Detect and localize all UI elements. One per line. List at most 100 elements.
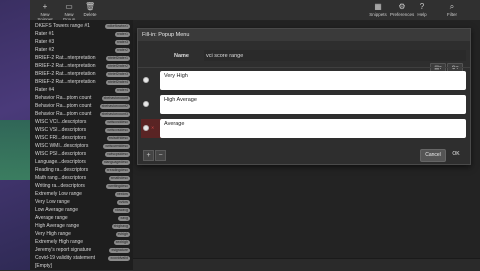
option-field-2[interactable]: High Average bbox=[160, 95, 466, 114]
list-item[interactable]: Extremely Low range xexlow bbox=[33, 190, 131, 198]
ok-button[interactable]: OK bbox=[447, 149, 465, 160]
list-item[interactable]: DKEFS Towers range #1 xdkeflowtwr1 bbox=[33, 22, 131, 30]
list-item[interactable]: Reading ra...descriptors xreadingdesc bbox=[33, 166, 131, 174]
list-item[interactable]: BRIEF-2 Rat...nterpretation xbrief2rater2 bbox=[33, 62, 131, 70]
divider bbox=[138, 67, 470, 68]
list-item[interactable]: BRIEF-2 Rat...nterpretation xbrief2rater4 bbox=[33, 78, 131, 86]
preferences-label: Preferences bbox=[390, 12, 415, 17]
delete-label: Delete bbox=[83, 12, 97, 17]
help-icon: ? bbox=[419, 2, 425, 11]
list-item[interactable]: Jeremy's report signature xsignature bbox=[33, 246, 131, 254]
help-label: Help bbox=[417, 12, 427, 17]
list-item-label: WISC VCI...descriptors bbox=[35, 119, 87, 125]
list-item[interactable]: Behavior Ra...ptom count xbehaviorcount bbox=[33, 94, 131, 102]
list-item-label: DKEFS Towers range #1 bbox=[35, 23, 90, 29]
option-row-2: High Average bbox=[141, 95, 466, 114]
list-item[interactable]: Rater #4 xrater4 bbox=[33, 86, 131, 94]
list-item[interactable]: Low Average range xlowavg bbox=[33, 206, 131, 214]
abbreviation-badge: xlowavg bbox=[113, 207, 130, 213]
list-item[interactable]: Rater #2 xrater2 bbox=[33, 46, 131, 54]
list-item[interactable]: Behavior Ra...ptom count xbehaviorcount2 bbox=[33, 102, 131, 110]
abbreviation-badge: xwritingdesc bbox=[106, 183, 130, 189]
filter-label: Filter bbox=[447, 12, 457, 17]
list-item[interactable]: Language...descriptors xlanguagedesc bbox=[33, 158, 131, 166]
delete-button[interactable]: 🗑 Delete bbox=[82, 1, 98, 19]
preferences-button[interactable]: ⚙ Preferences bbox=[390, 1, 414, 19]
list-item[interactable]: BRIEF-2 Rat...nterpretation xbrief2rater3 bbox=[33, 70, 131, 78]
list-item[interactable]: BRIEF-2 Rat...nterpretation xbrief2rater1 bbox=[33, 54, 131, 62]
cancel-button[interactable]: Cancel bbox=[420, 149, 446, 162]
dialog-title: Fill-in: Popup Menu bbox=[138, 29, 470, 41]
list-item-label: WISC VSI...descriptors bbox=[35, 127, 87, 133]
list-item-label: Covid-19 validity statement bbox=[35, 255, 96, 261]
list-item[interactable]: High Average range xhighavg bbox=[33, 222, 131, 230]
list-item[interactable]: Behavior Ra...ptom count xbehaviorcount3 bbox=[33, 110, 131, 118]
list-item[interactable]: Very High range xvhigh bbox=[33, 230, 131, 238]
list-item[interactable]: WISC VSI...descriptors xwiscvsidesc bbox=[33, 126, 131, 134]
list-item-label: High Average range bbox=[35, 223, 80, 229]
list-item[interactable]: WISC PSI...descriptors xwiscpsidesc bbox=[33, 150, 131, 158]
list-item[interactable]: WISC FRI...descriptors xwiscfridesc bbox=[33, 134, 131, 142]
new-snippet-button[interactable]: + New Snippet bbox=[34, 1, 56, 22]
list-item[interactable]: WISC VCI...descriptors xwiscvcidesc bbox=[33, 118, 131, 126]
abbreviation-badge: xavg bbox=[118, 215, 130, 221]
list-item[interactable]: Very Low range xvlow bbox=[33, 198, 131, 206]
list-item-label: Writing ra...descriptors bbox=[35, 183, 85, 189]
trash-icon: 🗑 bbox=[85, 2, 96, 11]
option-field-1[interactable]: Very High bbox=[160, 71, 466, 90]
list-item[interactable]: Writing ra...descriptors xwritingdesc bbox=[33, 182, 131, 190]
default-radio-3[interactable] bbox=[143, 125, 149, 131]
desktop-accent bbox=[0, 120, 30, 180]
abbreviation-badge: xbrief2rater1 bbox=[105, 55, 130, 61]
help-button[interactable]: ? Help bbox=[416, 1, 428, 19]
list-item-label: Average range bbox=[35, 215, 68, 221]
default-radio-1[interactable] bbox=[143, 77, 149, 83]
list-item-label: BRIEF-2 Rat...nterpretation bbox=[35, 55, 96, 61]
toolbar: + New Snippet ▭ New Group 🗑 Delete ▦ Sni… bbox=[30, 0, 480, 22]
list-item[interactable]: WISC WMI...descriptors xwiscwmidesc bbox=[33, 142, 131, 150]
option-row-1: Very High bbox=[141, 71, 466, 90]
snippet-list: DKEFS Towers range #1 xdkeflowtwr1 Rater #… bbox=[30, 20, 133, 270]
list-item[interactable]: Average range xavg bbox=[33, 214, 131, 222]
folder-icon: ▭ bbox=[65, 2, 73, 11]
remove-option-button[interactable]: − bbox=[155, 150, 166, 161]
remove-option-icon[interactable] bbox=[151, 78, 156, 82]
new-group-button[interactable]: ▭ New Group bbox=[58, 1, 80, 22]
abbreviation-badge: xwiscpsidesc bbox=[105, 151, 130, 157]
list-item[interactable]: Extremely High range xexhigh bbox=[33, 238, 131, 246]
abbreviation-badge: xbehaviorcount2 bbox=[99, 103, 130, 109]
dialog-footer: + − Cancel OK bbox=[138, 147, 470, 164]
abbreviation-badge: xrater2 bbox=[114, 47, 130, 53]
name-label: Name bbox=[174, 53, 189, 59]
option-row-3: ✕ Average bbox=[141, 119, 466, 138]
list-item-label: [Empty] bbox=[35, 263, 52, 269]
filter-button[interactable]: ⌕ Filter bbox=[442, 1, 462, 19]
list-item-label: WISC PSI...descriptors bbox=[35, 151, 87, 157]
list-item[interactable]: Rater #1 xrater1 bbox=[33, 30, 131, 38]
abbreviation-badge: xhighavg bbox=[111, 223, 130, 229]
option-field-3[interactable]: Average bbox=[160, 119, 466, 138]
abbreviation-badge: xrater1 bbox=[114, 31, 130, 37]
list-item-label: BRIEF-2 Rat...nterpretation bbox=[35, 63, 96, 69]
remove-option-icon[interactable] bbox=[151, 102, 156, 106]
list-item-label: Low Average range bbox=[35, 207, 78, 213]
add-option-button[interactable]: + bbox=[143, 150, 154, 161]
list-item[interactable]: Covid-19 validity statement xcovidvalid bbox=[33, 254, 131, 262]
remove-option-icon[interactable]: ✕ bbox=[151, 126, 156, 130]
abbreviation-badge: xvlow bbox=[117, 199, 130, 205]
name-field[interactable] bbox=[204, 50, 466, 61]
abbreviation-badge: xbrief2rater4 bbox=[105, 79, 130, 85]
abbreviation-badge: xlanguagedesc bbox=[101, 159, 130, 165]
list-item-label: Jeremy's report signature bbox=[35, 247, 92, 253]
default-radio-2[interactable] bbox=[143, 101, 149, 107]
abbreviation-badge: xmathdesc bbox=[108, 175, 130, 181]
list-item[interactable]: Rater #3 xrater3 bbox=[33, 38, 131, 46]
abbreviation-badge: xbehaviorcount bbox=[101, 95, 130, 101]
snippets-button[interactable]: ▦ Snippets bbox=[368, 1, 388, 19]
list-item-label: Reading ra...descriptors bbox=[35, 167, 89, 173]
abbreviation-badge: xexlow bbox=[115, 191, 130, 197]
list-item[interactable]: Math rang...descriptors xmathdesc bbox=[33, 174, 131, 182]
list-item[interactable]: [Empty] bbox=[33, 262, 131, 270]
abbreviation-badge: xwiscwmidesc bbox=[103, 143, 130, 149]
list-item-label: Very High range bbox=[35, 231, 71, 237]
